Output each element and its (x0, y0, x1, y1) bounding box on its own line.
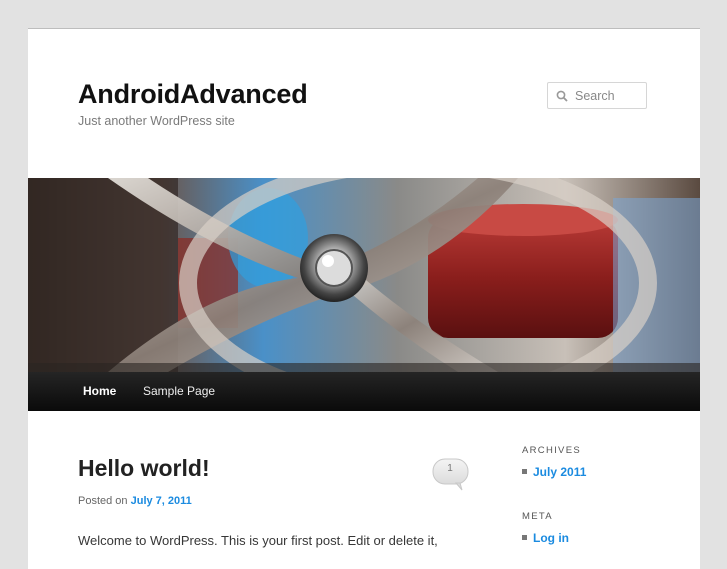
meta-widget-title: META (522, 511, 553, 522)
bullet-icon (522, 535, 527, 541)
nav-item-home[interactable]: Home (83, 384, 116, 398)
posted-on-label: Posted on (78, 495, 128, 507)
login-link[interactable]: Log in (533, 531, 569, 545)
search-box[interactable] (547, 82, 647, 109)
comment-count: 1 (447, 463, 453, 474)
main-navigation: Home Sample Page (28, 372, 700, 411)
post-excerpt: Welcome to WordPress. This is your first… (78, 533, 438, 548)
post-title[interactable]: Hello world! (78, 455, 210, 482)
archive-link[interactable]: July 2011 (533, 465, 586, 479)
bullet-icon (522, 469, 527, 475)
nav-item-sample-page[interactable]: Sample Page (143, 384, 215, 398)
site-description: Just another WordPress site (78, 114, 235, 128)
archive-item[interactable]: July 2011 (522, 465, 586, 479)
site-title[interactable]: AndroidAdvanced (78, 79, 308, 110)
header-image[interactable] (28, 178, 700, 372)
search-input[interactable] (575, 87, 643, 105)
archives-widget-title: ARCHIVES (522, 445, 581, 456)
meta-item[interactable]: Log in (522, 531, 569, 545)
comment-count-bubble[interactable]: 1 (432, 458, 469, 491)
post-meta: Posted on July 7, 2011 (78, 495, 192, 507)
post-date-link[interactable]: July 7, 2011 (131, 495, 192, 507)
page-container: AndroidAdvanced Just another WordPress s… (28, 28, 700, 569)
search-icon (556, 90, 568, 102)
